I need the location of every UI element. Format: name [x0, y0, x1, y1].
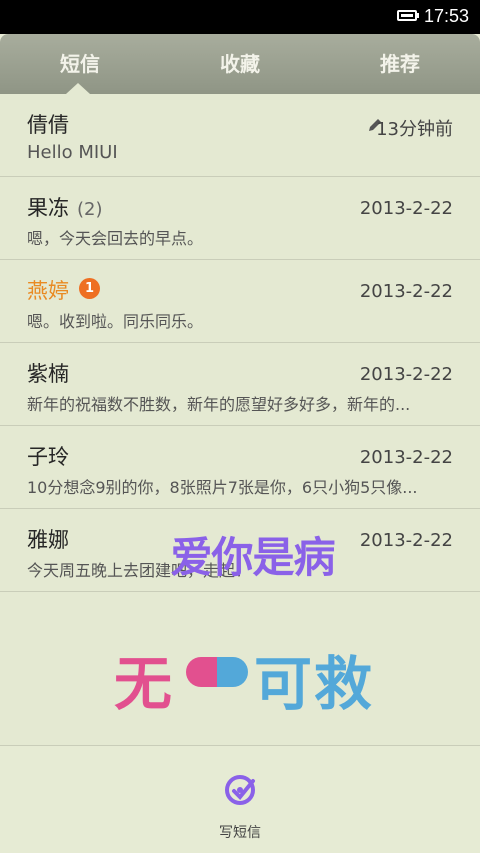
contact-name: 倩倩 [27, 113, 69, 137]
message-time: 2013-2-22 [359, 447, 453, 468]
tab-messages[interactable]: 短信 [0, 48, 160, 77]
message-time: 2013-2-22 [359, 364, 453, 385]
message-preview: 嗯。收到啦。同乐同乐。 [27, 312, 204, 331]
message-preview: 新年的祝福数不胜数，新年的愿望好多好多，新年的... [27, 395, 411, 414]
overlay-char: 可 [254, 650, 313, 718]
message-preview: 10分想念9别的你，8张照片7张是你，6只小狗5只像... [27, 478, 418, 497]
contact-name: 果冻 (2) [27, 192, 103, 222]
overlay-char: 救 [314, 650, 373, 718]
contact-name: 雅娜 [27, 528, 69, 552]
contact-name-text: 果冻 [27, 196, 69, 220]
compose-label[interactable]: 写短信 [0, 822, 480, 842]
message-time: 2013-2-22 [359, 198, 453, 219]
tab-recommended[interactable]: 推荐 [320, 48, 480, 77]
compose-icon[interactable] [223, 773, 257, 807]
messages-app: 短信 收藏 推荐 倩倩 13分钟前 Hello MIUI 果冻 (2) 2013-… [0, 34, 480, 853]
overlay-text-line2: 无 可 救 [114, 637, 378, 718]
conversation-list: 倩倩 13分钟前 Hello MIUI 果冻 (2) 2013-2-22 嗯，今天… [0, 94, 480, 592]
conversation-item[interactable]: 紫楠 2013-2-22 新年的祝福数不胜数，新年的愿望好多好多，新年的... [0, 343, 480, 426]
pill-icon [186, 657, 248, 687]
conversation-item[interactable]: 燕婷 1 2013-2-22 嗯。收到啦。同乐同乐。 [0, 260, 480, 343]
message-preview: 今天周五晚上去团建吧，走起！ [27, 561, 252, 580]
tab-favorites[interactable]: 收藏 [160, 48, 320, 77]
conversation-item[interactable]: 果冻 (2) 2013-2-22 嗯，今天会回去的早点。 [0, 177, 480, 260]
contact-name: 紫楠 [27, 362, 69, 386]
conversation-item[interactable]: 子玲 2013-2-22 10分想念9别的你，8张照片7张是你，6只小狗5只像.… [0, 426, 480, 509]
message-time: 2013-2-22 [359, 281, 453, 302]
message-count: (2) [77, 199, 103, 220]
unread-badge: 1 [79, 278, 100, 299]
battery-tip [417, 13, 419, 18]
status-time: 17:53 [424, 6, 470, 26]
contact-name: 燕婷 [27, 279, 69, 303]
message-time: 13分钟前 [376, 119, 453, 140]
message-preview: Hello MIUI [27, 142, 118, 163]
tab-bar: 短信 收藏 推荐 [0, 34, 480, 94]
active-tab-pointer [66, 83, 90, 94]
contact-name: 子玲 [27, 445, 69, 469]
status-bar: 17:53 [0, 0, 480, 34]
message-preview: 嗯，今天会回去的早点。 [27, 229, 204, 248]
battery-icon [397, 10, 417, 21]
conversation-item[interactable]: 倩倩 13分钟前 Hello MIUI [0, 94, 480, 177]
message-time: 2013-2-22 [359, 530, 453, 551]
conversation-item[interactable]: 雅娜 2013-2-22 今天周五晚上去团建吧，走起！ [0, 509, 480, 592]
bottom-bar: 写短信 [0, 745, 480, 853]
overlay-char: 无 [114, 650, 173, 718]
